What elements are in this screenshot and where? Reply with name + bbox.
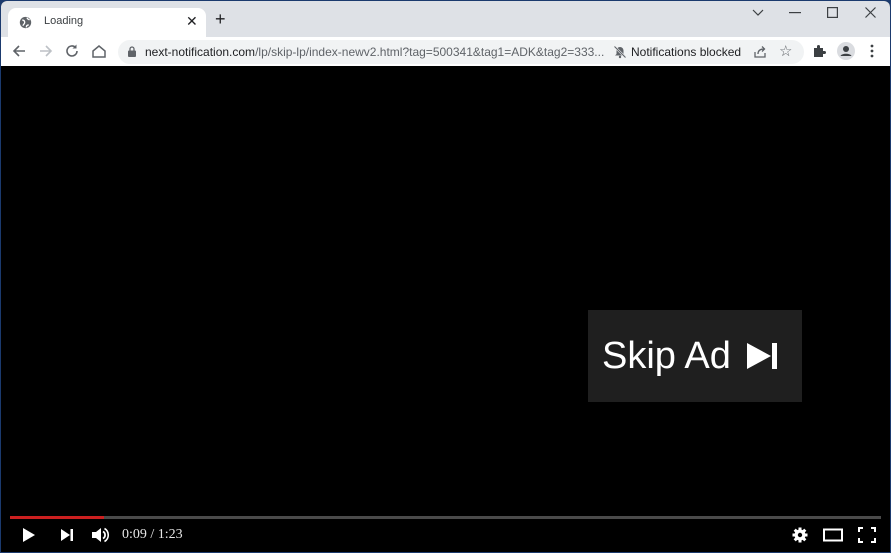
bookmark-star-icon[interactable]: ☆ [779, 42, 792, 60]
address-bar[interactable]: next-notification.com/lp/skip-lp/index-n… [118, 40, 804, 64]
skip-ad-label: Skip Ad [602, 334, 731, 377]
close-window-icon[interactable] [865, 7, 876, 18]
progress-bar[interactable] [10, 516, 881, 519]
share-icon[interactable] [752, 44, 768, 60]
globe-icon [19, 16, 32, 29]
fullscreen-icon[interactable] [858, 525, 876, 545]
tab-title: Loading [44, 15, 84, 27]
skip-ad-button[interactable]: Skip Ad [588, 310, 802, 402]
forward-icon[interactable] [37, 42, 55, 60]
browser-toolbar: next-notification.com/lp/skip-lp/index-n… [1, 37, 890, 66]
tab-search-icon[interactable] [752, 9, 764, 17]
settings-gear-icon[interactable] [791, 525, 809, 545]
menu-kebab-icon[interactable] [863, 42, 881, 60]
theater-mode-icon[interactable] [823, 525, 843, 545]
tab-loading[interactable]: Loading ✕ [8, 8, 206, 37]
back-icon[interactable] [10, 42, 28, 60]
volume-icon[interactable] [90, 525, 110, 545]
reload-icon[interactable] [63, 42, 81, 60]
minimize-icon[interactable] [789, 12, 801, 14]
skip-next-icon [746, 343, 777, 369]
time-display: 0:09 / 1:23 [122, 527, 183, 542]
browser-window: Loading ✕ + next-notification.com/lp/ski… [1, 1, 890, 552]
lock-icon[interactable] [128, 46, 136, 57]
url-path: /lp/skip-lp/index-newv2.html?tag=500341&… [255, 45, 605, 59]
profile-avatar-icon[interactable] [837, 42, 855, 60]
new-tab-button[interactable]: + [215, 9, 226, 29]
home-icon[interactable] [90, 42, 108, 60]
progress-bar-fill [10, 516, 105, 519]
next-icon[interactable] [59, 525, 75, 545]
play-icon[interactable] [21, 525, 37, 545]
video-player[interactable]: Skip Ad 0:09 / 1:23 [1, 66, 890, 552]
url-text[interactable]: next-notification.com/lp/skip-lp/index-n… [145, 45, 604, 59]
title-bar: Loading ✕ + [1, 1, 890, 37]
notifications-blocked-icon[interactable] [613, 45, 627, 59]
notifications-blocked-label[interactable]: Notifications blocked [631, 45, 741, 59]
url-host: next-notification.com [145, 45, 256, 59]
extensions-icon[interactable] [811, 42, 829, 60]
maximize-icon[interactable] [827, 7, 838, 18]
tab-close-icon[interactable]: ✕ [186, 13, 198, 30]
